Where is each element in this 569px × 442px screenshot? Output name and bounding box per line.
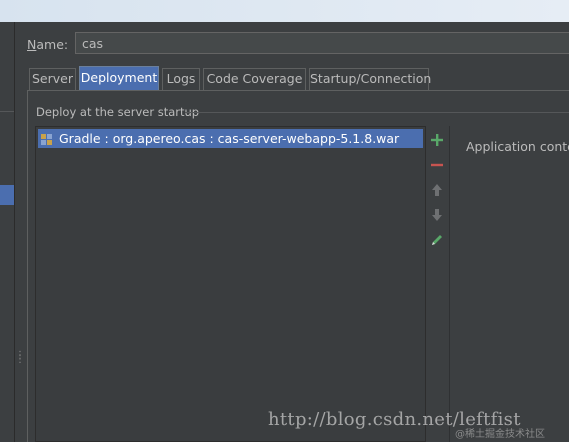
tree-divider xyxy=(0,111,14,112)
application-context-label: Application contex xyxy=(466,139,569,154)
deploy-list[interactable]: Gradle : org.apereo.cas : cas-server-web… xyxy=(35,126,426,442)
tab-logs[interactable]: Logs xyxy=(162,68,200,90)
plus-icon xyxy=(431,134,443,146)
remove-button[interactable] xyxy=(428,157,446,175)
tree-selected-item[interactable] xyxy=(0,185,14,205)
section-separator xyxy=(185,112,569,113)
minus-icon xyxy=(431,163,443,167)
name-label: Name: xyxy=(27,37,69,52)
tab-code-coverage[interactable]: Code Coverage xyxy=(203,68,306,90)
list-item-label: Gradle : org.apereo.cas : cas-server-web… xyxy=(59,131,400,146)
arrow-down-icon xyxy=(432,209,442,221)
config-tree-panel[interactable] xyxy=(0,22,15,442)
move-down-button[interactable] xyxy=(428,207,446,225)
watermark-credit: @稀土掘金技术社区 xyxy=(455,429,545,440)
name-field[interactable] xyxy=(75,32,569,54)
tab-startup-connection[interactable]: Startup/Connection xyxy=(309,68,431,90)
window-title-bar xyxy=(0,0,569,22)
list-item[interactable]: Gradle : org.apereo.cas : cas-server-web… xyxy=(38,129,423,148)
add-button[interactable] xyxy=(428,132,446,150)
tab-server[interactable]: Server xyxy=(29,68,76,90)
pencil-icon xyxy=(432,235,442,245)
move-up-button[interactable] xyxy=(428,182,446,200)
edit-button[interactable] xyxy=(428,232,446,250)
deploy-section-label: Deploy at the server startup xyxy=(36,105,200,119)
gradle-artifact-icon xyxy=(40,132,53,145)
toolbar-divider xyxy=(449,126,450,442)
splitter-handle[interactable]: ⋮ ⋮ xyxy=(15,351,25,368)
arrow-up-icon xyxy=(432,184,442,196)
tab-deployment[interactable]: Deployment xyxy=(79,66,159,90)
